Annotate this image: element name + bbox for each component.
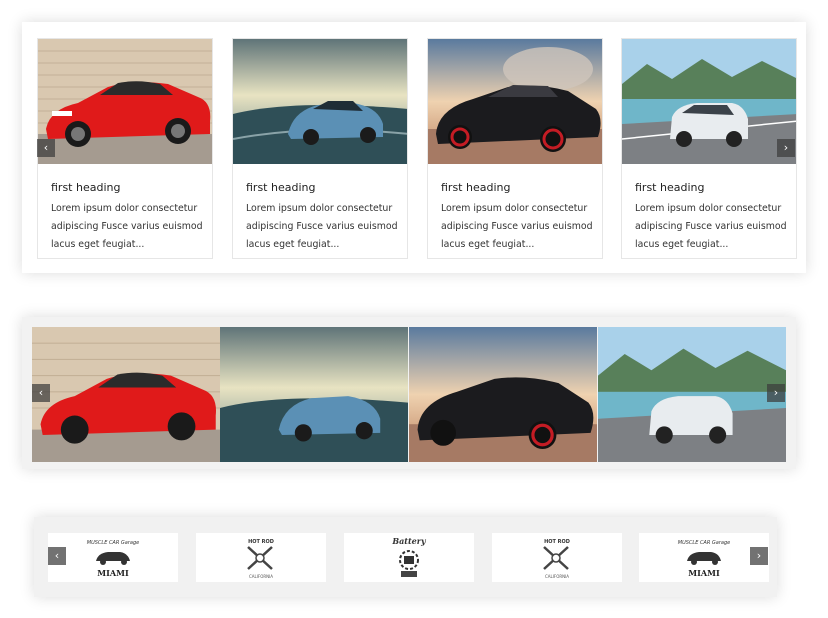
logo-text: CALIFORNIA xyxy=(249,574,273,579)
logo-hot-rod[interactable]: HOT ROD CALIFORNIA xyxy=(492,533,622,582)
gallery-image-white-suv-lake[interactable] xyxy=(598,327,786,462)
card-carousel: first heading Lorem ipsum dolor consecte… xyxy=(22,22,806,273)
chevron-right-icon: › xyxy=(773,386,779,399)
card-heading: first heading xyxy=(246,181,316,194)
logo-next-button[interactable]: › xyxy=(750,547,768,565)
chevron-right-icon: › xyxy=(783,141,789,154)
logo-text: HOT ROD xyxy=(248,539,274,545)
logo-text: MIAMI xyxy=(97,568,129,578)
logo-text: MUSCLE CAR Garage xyxy=(87,540,139,546)
carousel-prev-button[interactable]: ‹ xyxy=(37,139,55,157)
car-card[interactable]: first heading Lorem ipsum dolor consecte… xyxy=(427,38,603,259)
logo-prev-button[interactable]: ‹ xyxy=(48,547,66,565)
card-image-red-sports-car xyxy=(38,39,212,164)
logo-text: MIAMI xyxy=(688,568,720,578)
card-heading: first heading xyxy=(51,181,121,194)
logo-text: HOT ROD xyxy=(544,539,570,545)
card-text: Lorem ipsum dolor consectetur adipiscing… xyxy=(635,203,787,250)
logo-carousel: MUSCLE CAR Garage MIAMI HOT ROD CALIFORN… xyxy=(34,517,777,597)
gallery-image-blue-coupe-road[interactable] xyxy=(220,327,408,462)
logo-muscle-car-garage[interactable]: MUSCLE CAR Garage MIAMI xyxy=(48,533,178,582)
chevron-left-icon: ‹ xyxy=(43,141,49,154)
card-image-black-sports-car-sunset xyxy=(428,39,602,164)
gallery-image-red-sports-car[interactable] xyxy=(32,327,220,462)
card-text: Lorem ipsum dolor consectetur adipiscing… xyxy=(441,203,593,250)
card-image-blue-coupe-road xyxy=(233,39,407,164)
logo-text: CALIFORNIA xyxy=(545,574,569,579)
chevron-right-icon: › xyxy=(756,549,762,562)
gallery-next-button[interactable]: › xyxy=(767,384,785,402)
card-image-white-suv-lake xyxy=(622,39,796,164)
image-gallery: ‹ › xyxy=(22,317,796,469)
gallery-prev-button[interactable]: ‹ xyxy=(32,384,50,402)
car-card[interactable]: first heading Lorem ipsum dolor consecte… xyxy=(621,38,797,259)
car-card[interactable]: first heading Lorem ipsum dolor consecte… xyxy=(37,38,213,259)
card-text: Lorem ipsum dolor consectetur adipiscing… xyxy=(246,203,398,250)
car-card[interactable]: first heading Lorem ipsum dolor consecte… xyxy=(232,38,408,259)
gallery-image-black-sports-car-sunset[interactable] xyxy=(409,327,597,462)
card-heading: first heading xyxy=(441,181,511,194)
logo-battery[interactable]: Battery xyxy=(344,533,474,582)
card-text: Lorem ipsum dolor consectetur adipiscing… xyxy=(51,203,203,250)
chevron-left-icon: ‹ xyxy=(38,386,44,399)
chevron-left-icon: ‹ xyxy=(54,549,60,562)
logo-text: Battery xyxy=(391,536,427,546)
carousel-next-button[interactable]: › xyxy=(777,139,795,157)
logo-text: MUSCLE CAR Garage xyxy=(678,540,730,546)
logo-hot-rod[interactable]: HOT ROD CALIFORNIA xyxy=(196,533,326,582)
card-heading: first heading xyxy=(635,181,705,194)
